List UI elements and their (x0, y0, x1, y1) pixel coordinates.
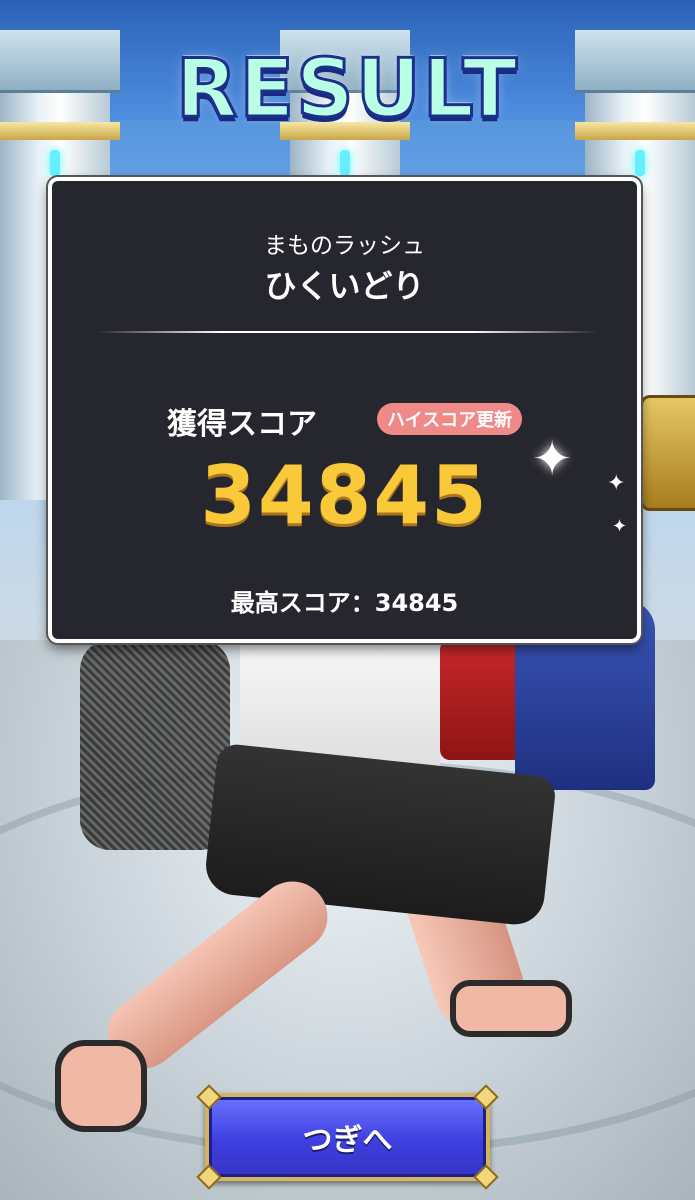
next-button[interactable]: つぎへ (196, 1084, 499, 1190)
hero-foot-right (450, 980, 572, 1037)
sparkle-icon: ✦ (612, 516, 628, 537)
result-title: RESULT (174, 41, 520, 137)
high-score-badge: ハイスコア更新 (377, 403, 523, 435)
score-label: 獲得スコア (167, 407, 317, 442)
sparkle-icon: ✦ (607, 471, 626, 496)
game-mode-label: まものラッシュ (264, 233, 425, 259)
dancer-character (80, 640, 230, 850)
shield-image (640, 395, 695, 511)
divider (97, 331, 597, 333)
sparkle-icon: ✦ (532, 431, 573, 487)
best-score: 最高スコア：34845 (230, 589, 459, 617)
hero-foot-left (55, 1040, 147, 1132)
next-button-label: つぎへ (302, 1123, 393, 1158)
stage-name: ひくいどり (264, 267, 425, 305)
result-panel: まものラッシュ ひくいどり 獲得スコア ハイスコア更新 34845 最高スコア：… (48, 177, 641, 643)
